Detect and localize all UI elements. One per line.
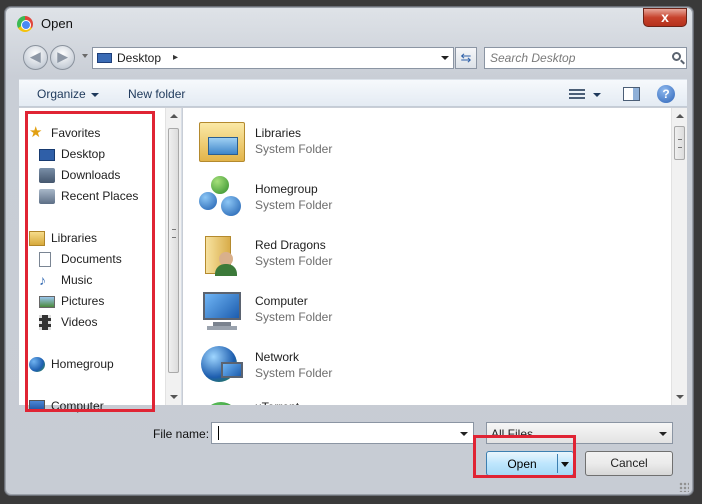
star-icon: ★ <box>29 124 43 141</box>
back-arrow-icon: ◀ <box>30 49 41 64</box>
computer-icon <box>29 400 45 412</box>
utorrent-icon <box>199 400 245 405</box>
filename-combobox[interactable] <box>211 422 474 444</box>
documents-icon <box>39 252 51 267</box>
cancel-button[interactable]: Cancel <box>585 451 673 476</box>
recent-places-icon <box>39 189 55 204</box>
sidebar-item-label: Homegroup <box>51 357 114 371</box>
preview-pane-icon[interactable] <box>623 87 640 101</box>
organize-label: Organize <box>37 87 86 101</box>
new-folder-button[interactable]: New folder <box>128 87 185 101</box>
network-icon <box>199 344 245 388</box>
downloads-icon <box>39 168 55 183</box>
open-button[interactable]: Open <box>486 451 574 476</box>
sidebar-scrollbar[interactable] <box>165 108 181 405</box>
forward-button[interactable]: ▶ <box>50 45 75 70</box>
filename-label: File name: <box>153 427 210 441</box>
open-options-dropdown-icon[interactable] <box>561 462 569 467</box>
split-divider <box>557 454 558 473</box>
list-item[interactable]: Red Dragons System Folder <box>199 230 499 278</box>
view-options-dropdown[interactable] <box>593 93 601 97</box>
homegroup-icon <box>29 357 45 372</box>
user-folder-icon <box>199 232 245 276</box>
address-bar[interactable]: Desktop ▸ <box>92 47 454 69</box>
command-bar: Organize New folder ? <box>19 79 687 107</box>
help-icon[interactable]: ? <box>657 85 675 103</box>
sidebar-item-label: Desktop <box>61 147 106 161</box>
file-name: Libraries <box>255 126 302 140</box>
computer-icon <box>199 288 245 332</box>
search-box[interactable] <box>484 47 687 69</box>
resize-grip[interactable] <box>679 482 689 492</box>
file-type: System Folder <box>255 198 333 212</box>
title-bar[interactable]: Open x <box>5 7 693 37</box>
scroll-up-icon[interactable] <box>170 114 178 118</box>
sidebar-item-label: Music <box>61 273 93 287</box>
navigation-pane: ★ Favorites Desktop Downloads Recent Pla… <box>19 108 182 413</box>
open-button-label: Open <box>507 457 537 471</box>
close-button[interactable]: x <box>643 8 687 27</box>
scroll-down-icon[interactable] <box>170 395 178 399</box>
file-name: Homegroup <box>255 182 318 196</box>
file-type: System Folder <box>255 366 333 380</box>
search-icon[interactable] <box>672 52 681 61</box>
file-name: Computer <box>255 294 308 308</box>
file-type-select[interactable]: All Files <box>486 422 673 444</box>
libraries-folder-icon <box>199 122 245 162</box>
file-list: Libraries System Folder Homegroup System… <box>183 108 687 405</box>
libraries-icon <box>29 231 45 246</box>
search-input[interactable] <box>488 49 658 67</box>
scroll-down-icon[interactable] <box>676 395 684 399</box>
sidebar-item-label: Libraries <box>51 231 98 245</box>
back-button[interactable]: ◀ <box>23 45 48 70</box>
sidebar-item-label: Favorites <box>51 126 101 140</box>
desktop-icon <box>97 53 112 63</box>
address-dropdown-icon[interactable] <box>441 56 449 60</box>
refresh-icon: ⇆ <box>460 50 472 65</box>
file-type-selected: All Files <box>491 427 534 441</box>
chevron-down-icon[interactable] <box>460 432 468 436</box>
address-text[interactable]: Desktop <box>117 51 161 65</box>
window-title: Open <box>41 16 73 31</box>
open-dialog: Open x ◀ ▶ Desktop ▸ ⇆ Organize New fold… <box>4 6 694 496</box>
change-view-icon[interactable] <box>569 87 585 101</box>
organize-button[interactable]: Organize <box>37 87 99 101</box>
sidebar-item-label: Computer <box>51 399 104 413</box>
scrollbar-thumb[interactable] <box>168 128 179 373</box>
list-item[interactable]: Computer System Folder <box>199 286 499 334</box>
breadcrumb-chevron-icon[interactable]: ▸ <box>173 52 178 63</box>
chevron-down-icon <box>659 432 667 436</box>
sidebar-item-label: Pictures <box>61 294 105 308</box>
pictures-icon <box>39 296 55 308</box>
list-item[interactable]: Homegroup System Folder <box>199 174 499 222</box>
list-item[interactable]: Network System Folder <box>199 342 499 390</box>
scroll-up-icon[interactable] <box>676 114 684 118</box>
file-type: System Folder <box>255 254 333 268</box>
list-item[interactable]: Libraries System Folder <box>199 118 499 166</box>
file-name: uTorrent <box>255 400 299 405</box>
recent-pages-dropdown[interactable] <box>82 54 88 58</box>
sidebar-item-label: Documents <box>61 252 122 266</box>
filename-input[interactable] <box>216 424 451 442</box>
homegroup-icon <box>199 176 245 220</box>
file-name: Network <box>255 350 300 364</box>
refresh-button[interactable]: ⇆ <box>455 47 477 69</box>
music-icon: ♪ <box>39 272 46 288</box>
file-list-scrollbar[interactable] <box>671 108 687 405</box>
sidebar-item-label: Downloads <box>61 168 121 182</box>
file-type: System Folder <box>255 310 333 324</box>
file-name: Red Dragons <box>255 238 326 252</box>
sidebar-item-label: Videos <box>61 315 98 329</box>
list-item[interactable]: uTorrent <box>199 398 499 405</box>
chevron-down-icon <box>90 92 99 97</box>
desktop-icon <box>39 149 55 161</box>
scrollbar-thumb[interactable] <box>674 126 685 160</box>
file-type: System Folder <box>255 142 333 156</box>
forward-arrow-icon: ▶ <box>57 49 68 64</box>
sidebar-item-label: Recent Places <box>61 189 139 203</box>
chrome-icon <box>17 16 33 32</box>
videos-icon <box>39 315 51 330</box>
